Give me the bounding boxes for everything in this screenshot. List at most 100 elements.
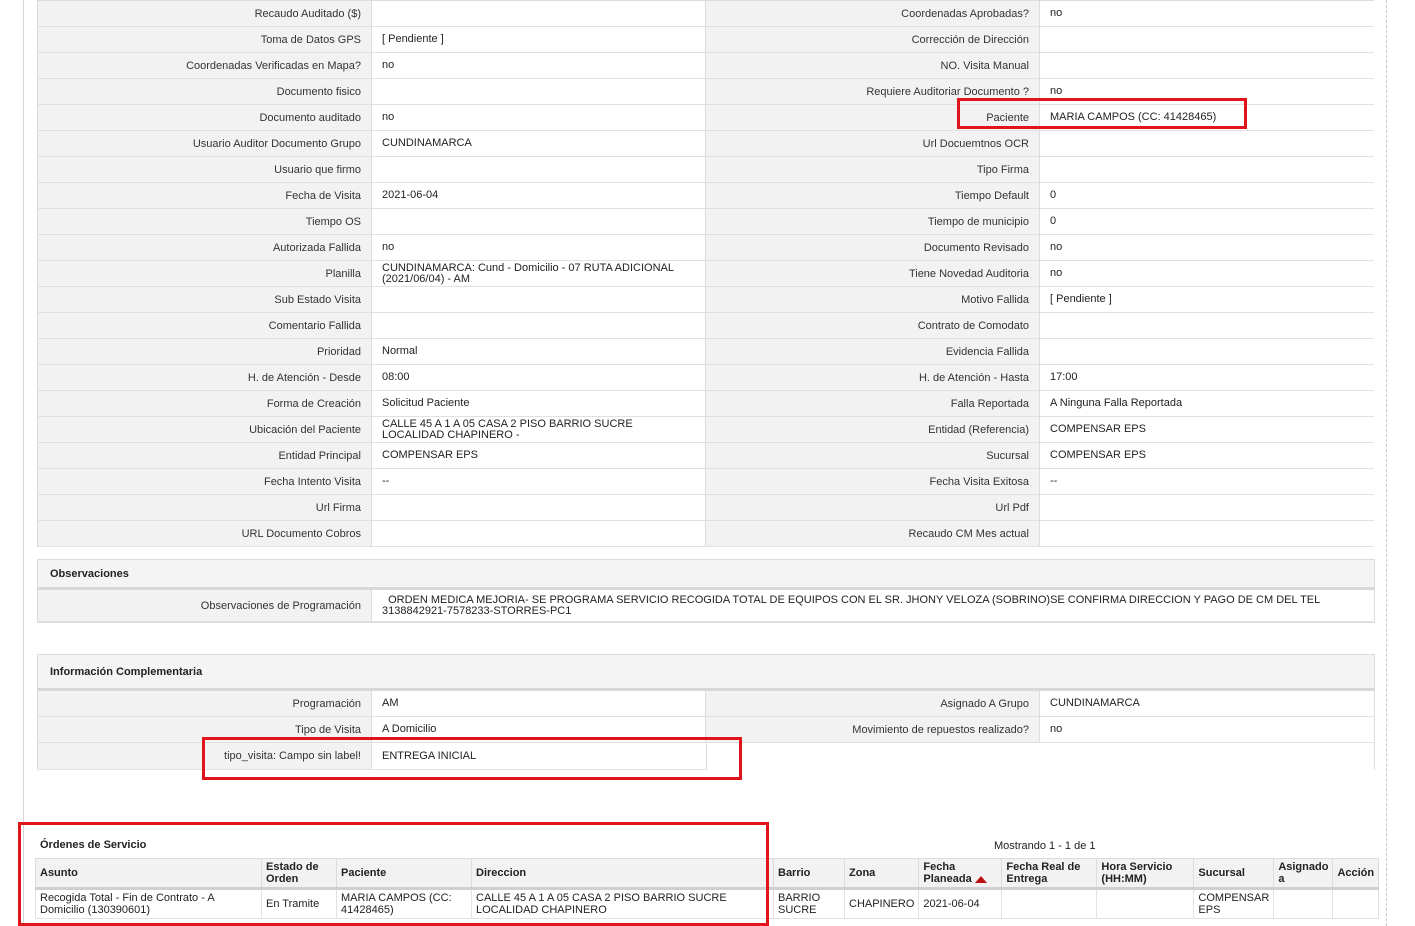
detail-value: CUNDINAMARCA: Cund - Domicilio - 07 RUTA… bbox=[372, 261, 706, 286]
detail-value: [ Pendiente ] bbox=[372, 27, 706, 52]
detail-label: Url Docuemtnos OCR bbox=[706, 131, 1040, 156]
detail-value: no bbox=[1040, 235, 1374, 260]
ordenes-servicio-table: Asunto Estado de Orden Paciente Direccion… bbox=[35, 858, 1380, 919]
detail-value bbox=[1040, 313, 1374, 338]
detail-value: 0 bbox=[1040, 183, 1374, 208]
col-paciente[interactable]: Paciente bbox=[336, 858, 472, 890]
col-asignado[interactable]: Asignado a bbox=[1273, 858, 1334, 890]
detail-value: CALLE 45 A 1 A 05 CASA 2 PISO BARRIO SUC… bbox=[372, 417, 706, 442]
detail-row: Planilla CUNDINAMARCA: Cund - Domicilio -… bbox=[38, 261, 1374, 287]
detail-row: Coordenadas Verificadas en Mapa? no NO. Vi… bbox=[38, 53, 1374, 79]
info-complementaria-title: Información Complementaria bbox=[38, 655, 1374, 691]
cell-fecha-real bbox=[1001, 888, 1098, 919]
right-dashed-border bbox=[1386, 0, 1387, 926]
detail-row: Usuario Auditor Documento Grupo CUNDINAMA… bbox=[38, 131, 1374, 157]
detail-value-line-2: (2021/06/04) - AM bbox=[382, 272, 471, 285]
cell-sucursal: COMPENSAR EPS bbox=[1193, 888, 1275, 919]
tipo-visita-value: ENTREGA INICIAL bbox=[372, 743, 706, 769]
detail-label: H. de Atención - Hasta bbox=[706, 365, 1040, 390]
detail-row: Usuario que firmo Tipo Firma bbox=[38, 157, 1374, 183]
detail-label: Documento Revisado bbox=[706, 235, 1040, 260]
detail-label: URL Documento Cobros bbox=[38, 521, 372, 546]
detail-value: no bbox=[1040, 261, 1374, 286]
observaciones-value: ORDEN MEDICA MEJORIA- SE PROGRAMA SERVIC… bbox=[372, 590, 1374, 621]
cell-accion[interactable] bbox=[1332, 888, 1380, 919]
col-barrio[interactable]: Barrio bbox=[773, 858, 845, 890]
detail-value bbox=[372, 287, 706, 312]
info-row: Tipo de Visita A Domicilio Movimiento de… bbox=[38, 717, 1374, 743]
cell-fecha-planeada: 2021-06-04 bbox=[918, 888, 1003, 919]
detail-value bbox=[372, 521, 706, 546]
detail-label: Coordenadas Verificadas en Mapa? bbox=[38, 53, 372, 78]
detail-label: Tiene Novedad Auditoria bbox=[706, 261, 1040, 286]
detail-value: -- bbox=[372, 469, 706, 494]
left-border-line bbox=[23, 0, 24, 926]
detail-row: Fecha Intento Visita -- Fecha Visita Exito… bbox=[38, 469, 1374, 495]
detail-value: 0 bbox=[1040, 209, 1374, 234]
detail-row: H. de Atención - Desde 08:00 H. de Atenció… bbox=[38, 365, 1374, 391]
info-value: AM bbox=[372, 691, 706, 716]
detail-label: Forma de Creación bbox=[38, 391, 372, 416]
observaciones-label: Observaciones de Programación bbox=[38, 590, 372, 621]
col-fecha-planeada[interactable]: Fecha Planeada bbox=[918, 858, 1003, 890]
col-zona[interactable]: Zona bbox=[843, 858, 920, 890]
pagination-summary: Mostrando 1 - 1 de 1 bbox=[994, 840, 1096, 852]
detail-row: Comentario Fallida Contrato de Comodato bbox=[38, 313, 1374, 339]
col-estado[interactable]: Estado de Orden bbox=[261, 858, 337, 890]
detail-label: Usuario que firmo bbox=[38, 157, 372, 182]
detail-label: Tiempo OS bbox=[38, 209, 372, 234]
detail-label: Tipo Firma bbox=[706, 157, 1040, 182]
detail-label: Fecha Intento Visita bbox=[38, 469, 372, 494]
detail-value bbox=[1040, 27, 1374, 52]
info-row-extra: tipo_visita: Campo sin label! ENTREGA IN… bbox=[38, 743, 707, 770]
info-value: no bbox=[1040, 717, 1374, 742]
detail-value-line-2: LOCALIDAD CHAPINERO - bbox=[382, 428, 520, 441]
info-value: CUNDINAMARCA bbox=[1040, 691, 1374, 716]
detail-value: no bbox=[1040, 1, 1374, 26]
table-row[interactable]: Recogida Total - Fin de Contrato - A Domi… bbox=[35, 888, 1380, 919]
cell-asunto[interactable]: Recogida Total - Fin de Contrato - A Domi… bbox=[35, 888, 262, 919]
detail-row: Prioridad Normal Evidencia Fallida bbox=[38, 339, 1374, 365]
detail-row: Autorizada Fallida no Documento Revisado no bbox=[38, 235, 1374, 261]
col-sucursal[interactable]: Sucursal bbox=[1193, 858, 1275, 890]
detail-value: [ Pendiente ] bbox=[1040, 287, 1374, 312]
col-fecha-real[interactable]: Fecha Real de Entrega bbox=[1001, 858, 1098, 890]
cell-paciente: MARIA CAMPOS (CC: 41428465) bbox=[336, 888, 472, 919]
observaciones-row: Observaciones de Programación ORDEN MEDI… bbox=[38, 590, 1374, 622]
detail-value: COMPENSAR EPS bbox=[372, 443, 706, 468]
detail-label: Fecha Visita Exitosa bbox=[706, 469, 1040, 494]
observaciones-line-1: ORDEN MEDICA MEJORIA- SE PROGRAMA SERVIC… bbox=[382, 593, 1321, 606]
col-hora-servicio[interactable]: Hora Servicio (HH:MM) bbox=[1096, 858, 1195, 890]
detail-row: URL Documento Cobros Recaudo CM Mes actua… bbox=[38, 521, 1374, 547]
detail-label: Comentario Fallida bbox=[38, 313, 372, 338]
cell-zona: CHAPINERO bbox=[843, 888, 920, 919]
col-direccion[interactable]: Direccion bbox=[471, 858, 774, 890]
detail-label: Sucursal bbox=[706, 443, 1040, 468]
detail-row: Toma de Datos GPS[ Pendiente ] Corrección… bbox=[38, 27, 1374, 53]
col-asunto[interactable]: Asunto bbox=[35, 858, 262, 890]
detail-label: Paciente bbox=[706, 105, 1040, 130]
detail-label: Falla Reportada bbox=[706, 391, 1040, 416]
detail-label: Tiempo de municipio bbox=[706, 209, 1040, 234]
detail-value bbox=[372, 313, 706, 338]
detail-row: Entidad Principal COMPENSAR EPS Sucursal CO… bbox=[38, 443, 1374, 469]
observaciones-line-2: 3138842921-7578233-STORRES-PC1 bbox=[382, 604, 572, 617]
detail-row: Forma de Creación Solicitud Paciente Falla… bbox=[38, 391, 1374, 417]
detail-label: Tiempo Default bbox=[706, 183, 1040, 208]
detail-value-line-1: CALLE 45 A 1 A 05 CASA 2 PISO BARRIO SUC… bbox=[382, 417, 633, 430]
detail-label: H. de Atención - Desde bbox=[38, 365, 372, 390]
info-label: Tipo de Visita bbox=[38, 717, 372, 742]
info-value: A Domicilio bbox=[372, 717, 706, 742]
detail-label: Documento fisico bbox=[38, 79, 372, 104]
detail-label: Url Pdf bbox=[706, 495, 1040, 520]
detail-label: Autorizada Fallida bbox=[38, 235, 372, 260]
cell-hora-servicio bbox=[1096, 888, 1195, 919]
detail-value: 17:00 bbox=[1040, 365, 1374, 390]
detail-value-line-1: CUNDINAMARCA: Cund - Domicilio - 07 RUTA… bbox=[382, 261, 674, 274]
detail-value bbox=[1040, 339, 1374, 364]
detail-row: Sub Estado Visita Motivo Fallida[ Pendien… bbox=[38, 287, 1374, 313]
col-accion: Acción bbox=[1332, 858, 1380, 890]
sort-ascending-icon[interactable] bbox=[974, 875, 987, 883]
info-complementaria-section: Información Complementaria Programación … bbox=[37, 654, 1375, 770]
detail-value bbox=[372, 79, 706, 104]
